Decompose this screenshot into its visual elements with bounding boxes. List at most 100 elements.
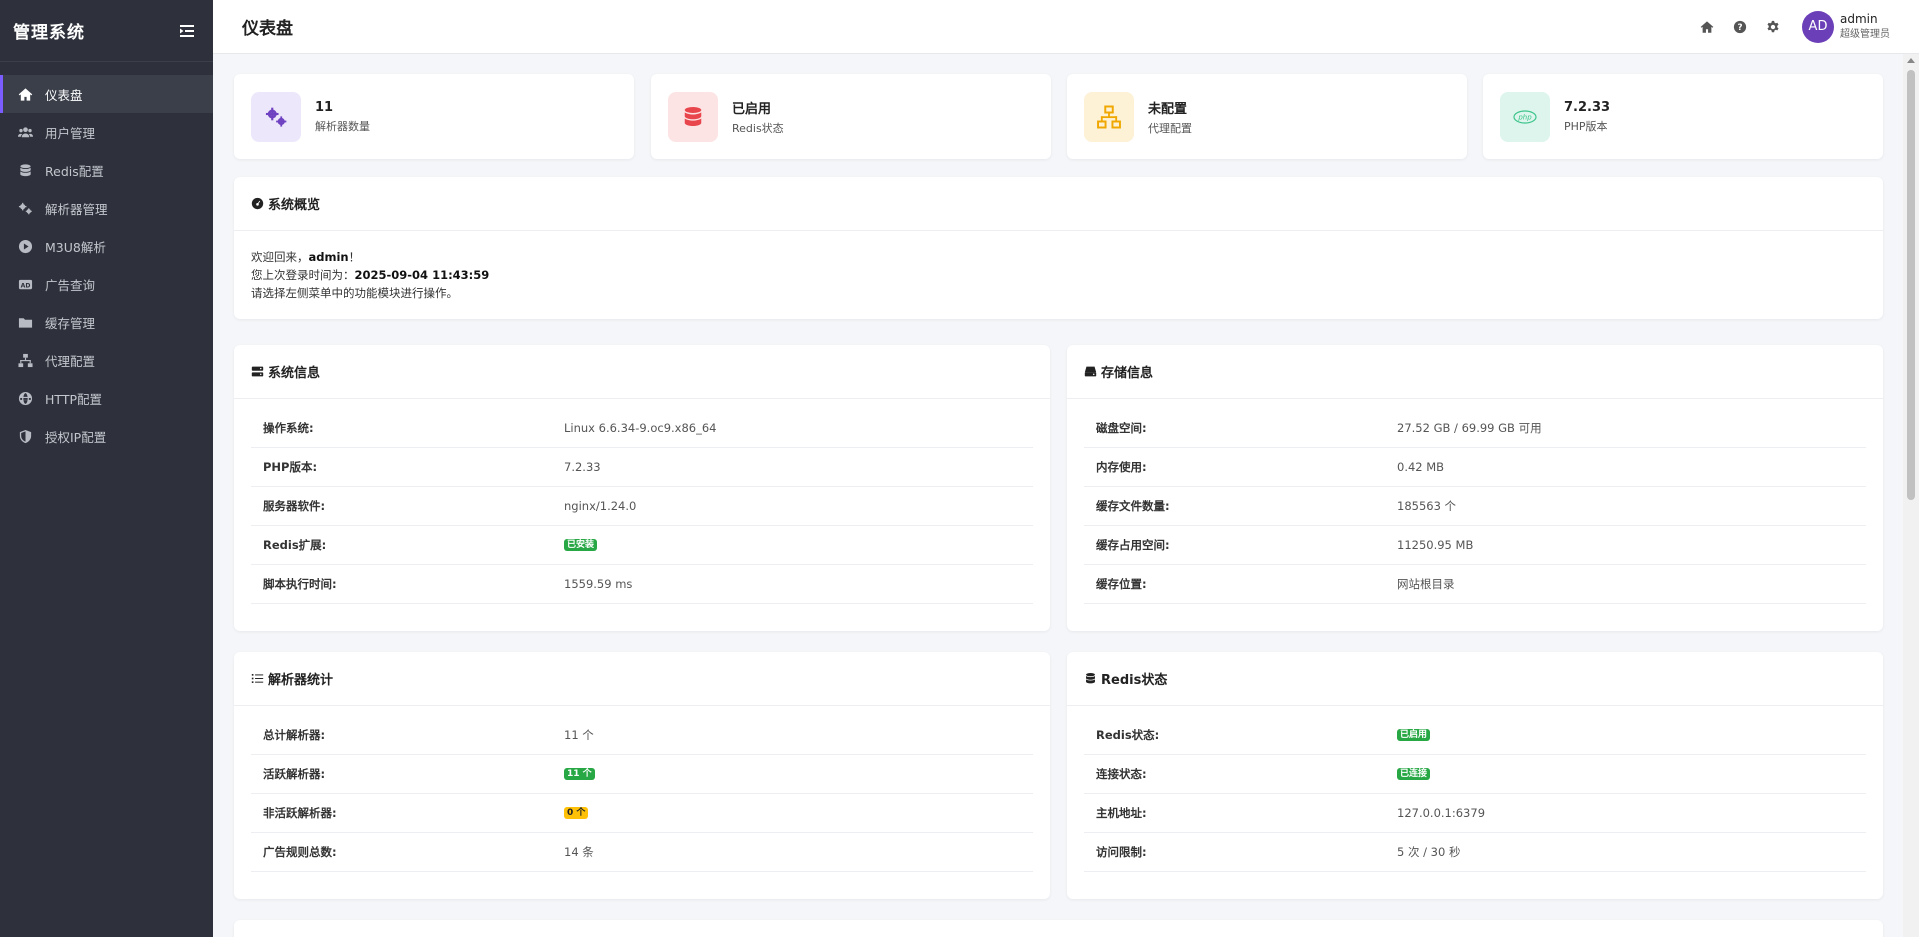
help-icon[interactable]: ? xyxy=(1733,20,1747,34)
row-key: 主机地址: xyxy=(1096,806,1147,820)
row-key: 广告规则总数: xyxy=(263,845,337,859)
sidebar-item-users[interactable]: 用户管理 xyxy=(0,113,213,151)
sidebar-item-dashboard[interactable]: 仪表盘 xyxy=(0,75,213,113)
row-key: 服务器软件: xyxy=(263,499,326,513)
user-menu[interactable]: AD admin 超级管理员 xyxy=(1802,10,1890,43)
sidebar-item-proxy[interactable]: 代理配置 xyxy=(0,341,213,379)
table-row: 连接状态: 已连接 xyxy=(1084,755,1866,794)
overview-body: 欢迎回来，admin！ 您上次登录时间为：2025-09-04 11:43:59… xyxy=(234,231,1883,319)
row-key: 总计解析器: xyxy=(263,728,326,742)
sidebar-item-ads[interactable]: AD 广告查询 xyxy=(0,265,213,303)
row-value: 185563 个 xyxy=(1397,499,1457,513)
table-row: 主机地址: 127.0.0.1:6379 xyxy=(1084,794,1866,833)
sidebar-item-redis[interactable]: Redis配置 xyxy=(0,151,213,189)
scroll-thumb[interactable] xyxy=(1907,70,1915,500)
row-value: 网站根目录 xyxy=(1397,577,1455,591)
parser-stats-title: 解析器统计 xyxy=(268,673,334,688)
gear-icon[interactable] xyxy=(1766,20,1780,34)
row-key: 磁盘空间: xyxy=(1096,421,1147,435)
sidebar-item-http[interactable]: HTTP配置 xyxy=(0,379,213,417)
server-icon xyxy=(251,366,264,377)
redis-status-title: Redis状态 xyxy=(1101,673,1168,688)
user-name: admin xyxy=(1840,11,1878,26)
status-badge: 已连接 xyxy=(1397,768,1431,780)
row-key: 内存使用: xyxy=(1096,460,1147,474)
sidebar-item-parsers[interactable]: 解析器管理 xyxy=(0,189,213,227)
sidebar-item-cache[interactable]: 缓存管理 xyxy=(0,303,213,341)
storage-info-header: 存储信息 xyxy=(1067,345,1883,399)
system-info-card: 系统信息 操作系统: Linux 6.6.34-9.oc9.x86_64 PHP版… xyxy=(234,345,1050,631)
overview-card: 系统概览 欢迎回来，admin！ 您上次登录时间为：2025-09-04 11:… xyxy=(234,177,1883,319)
row-value: 7.2.33 xyxy=(564,460,601,474)
globe-icon xyxy=(18,391,33,406)
row-key: 缓存位置: xyxy=(1096,577,1147,591)
sidebar-header: 管理系统 xyxy=(0,0,213,62)
stat-card-php: php 7.2.33 PHP版本 xyxy=(1483,74,1883,159)
parser-stats-table: 总计解析器: 11 个 活跃解析器: 11 个 非活跃解析器: 0 个 广告规则总数:… xyxy=(234,706,1050,872)
sidebar-item-label: 仪表盘 xyxy=(45,87,83,103)
sidebar-item-label: Redis配置 xyxy=(45,163,104,179)
sidebar-menu: 仪表盘 用户管理 Redis配置 解析器管理 M3U8解析 AD 广告查询 缓存… xyxy=(0,62,213,455)
stat-label: Redis状态 xyxy=(732,121,784,135)
stat-text: 未配置 代理配置 xyxy=(1148,98,1192,136)
scrollbar[interactable] xyxy=(1903,54,1919,937)
row-key: 缓存占用空间: xyxy=(1096,538,1170,552)
table-row: 活跃解析器: 11 个 xyxy=(251,755,1033,794)
row-value: 0.42 MB xyxy=(1397,460,1445,474)
table-row: PHP版本: 7.2.33 xyxy=(251,448,1033,487)
sidebar-item-m3u8[interactable]: M3U8解析 xyxy=(0,227,213,265)
welcome-user: admin xyxy=(308,250,349,264)
sidebar: 管理系统 仪表盘 用户管理 Redis配置 解析器管理 M3U8解析 AD 广告… xyxy=(0,0,213,937)
sidebar-item-label: 缓存管理 xyxy=(45,315,96,331)
row-key: 缓存文件数量: xyxy=(1096,499,1170,513)
table-row: 总计解析器: 11 个 xyxy=(251,716,1033,755)
main-content: 11 解析器数量 已启用 Redis状态 未配置 代理配置 php 7.2.33… xyxy=(213,54,1903,937)
parser-stats-header: 解析器统计 xyxy=(234,652,1050,706)
scroll-up-arrow-icon[interactable] xyxy=(1907,58,1915,63)
stat-label: PHP版本 xyxy=(1564,119,1608,133)
users-icon xyxy=(18,125,33,140)
storage-info-table: 磁盘空间: 27.52 GB / 69.99 GB 可用 内存使用: 0.42 MB… xyxy=(1067,399,1883,604)
row-key: 活跃解析器: xyxy=(263,767,326,781)
avatar: AD xyxy=(1802,10,1834,43)
cogs-icon xyxy=(251,91,301,142)
user-info: admin 超级管理员 xyxy=(1840,12,1890,42)
table-row: 缓存文件数量: 185563 个 xyxy=(1084,487,1866,526)
row-value: nginx/1.24.0 xyxy=(564,499,637,513)
sidebar-item-label: 广告查询 xyxy=(45,277,96,293)
last-login-line: 您上次登录时间为：2025-09-04 11:43:59 xyxy=(251,266,1866,284)
table-row: 脚本执行时间: 1559.59 ms xyxy=(251,565,1033,604)
table-row: 非活跃解析器: 0 个 xyxy=(251,794,1033,833)
page-title: 仪表盘 xyxy=(242,19,293,39)
redis-status-card: Redis状态 Redis状态: 已启用 连接状态: 已连接 主机地址: 127.0.… xyxy=(1067,652,1883,899)
sidebar-item-label: 解析器管理 xyxy=(45,201,108,217)
status-badge: 已启用 xyxy=(1397,729,1431,741)
redis-status-table: Redis状态: 已启用 连接状态: 已连接 主机地址: 127.0.0.1:6379… xyxy=(1067,706,1883,872)
sidebar-item-label: 授权IP配置 xyxy=(45,429,107,445)
storage-info-card: 存储信息 磁盘空间: 27.52 GB / 69.99 GB 可用 内存使用: 0.… xyxy=(1067,345,1883,631)
php-icon: php xyxy=(1500,91,1550,142)
row-value: 1559.59 ms xyxy=(564,577,633,591)
sidebar-toggle-icon[interactable] xyxy=(179,23,195,39)
row-value: Linux 6.6.34-9.oc9.x86_64 xyxy=(564,421,717,435)
row-key: Redis状态: xyxy=(1096,728,1160,742)
stat-value: 7.2.33 xyxy=(1564,99,1611,115)
table-row: 广告规则总数: 14 条 xyxy=(251,833,1033,872)
play-icon xyxy=(18,239,33,254)
row-key: 操作系统: xyxy=(263,421,314,435)
topbar: 仪表盘 ? AD admin 超级管理员 xyxy=(213,0,1919,54)
row-value: 11 个 xyxy=(564,728,594,742)
row-key: 访问限制: xyxy=(1096,845,1147,859)
last-login-prefix: 您上次登录时间为： xyxy=(251,268,355,282)
status-badge: 已安装 xyxy=(564,539,598,551)
welcome-suffix: ！ xyxy=(348,250,361,264)
system-info-title: 系统信息 xyxy=(268,366,321,381)
status-badge: 0 个 xyxy=(564,807,589,819)
welcome-line: 欢迎回来，admin！ xyxy=(251,248,1866,266)
table-row: 内存使用: 0.42 MB xyxy=(1084,448,1866,487)
home-icon[interactable] xyxy=(1700,20,1714,34)
sidebar-item-auth-ip[interactable]: 授权IP配置 xyxy=(0,417,213,455)
row-value: 127.0.0.1:6379 xyxy=(1397,806,1486,820)
table-row: 缓存位置: 网站根目录 xyxy=(1084,565,1866,604)
stat-value: 未配置 xyxy=(1148,101,1188,117)
